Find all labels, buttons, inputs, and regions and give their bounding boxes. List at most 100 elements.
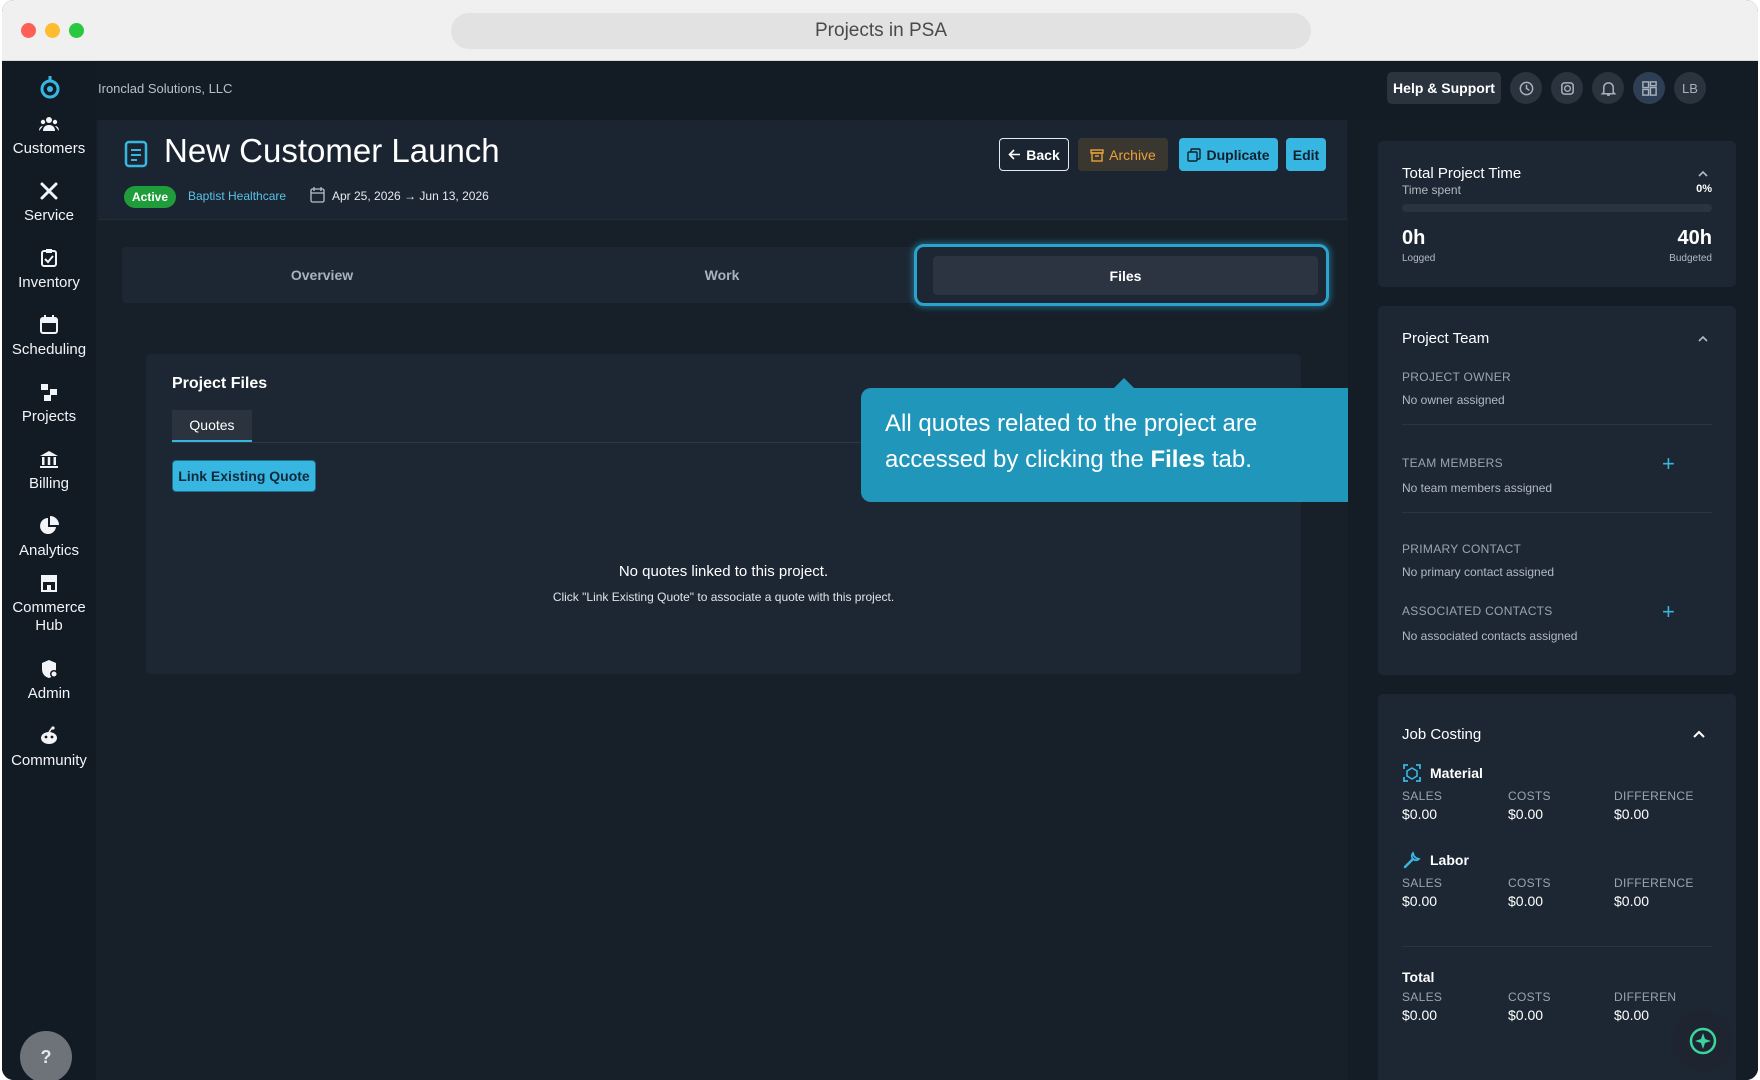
close-window-button[interactable] bbox=[21, 23, 36, 38]
pie-chart-icon bbox=[40, 516, 59, 534]
admin-shield-icon bbox=[42, 660, 58, 678]
right-sidebar: Total Project Time Time spent 0% 0h Logg… bbox=[1348, 120, 1758, 1080]
value: $0.00 bbox=[1614, 1007, 1650, 1023]
address-bar[interactable]: Projects in PSA bbox=[451, 13, 1311, 49]
sidebar-item-scheduling[interactable]: Scheduling bbox=[2, 314, 96, 359]
members-label: TEAM MEMBERS bbox=[1402, 456, 1503, 470]
sidebar-item-label: Projects bbox=[21, 408, 77, 425]
app-logo-icon[interactable] bbox=[37, 75, 63, 101]
primary-contact-value: No primary contact assigned bbox=[1402, 565, 1555, 579]
total-costs: COSTS $0.00 bbox=[1508, 990, 1551, 1023]
dashboard-button[interactable] bbox=[1633, 72, 1665, 104]
history-button[interactable] bbox=[1510, 72, 1542, 104]
ai-sparkle-icon bbox=[1689, 1027, 1717, 1055]
sidebar-item-customers[interactable]: Customers bbox=[2, 113, 96, 158]
tab-quotes[interactable]: Quotes bbox=[172, 410, 252, 442]
ai-assistant-button[interactable] bbox=[1672, 1010, 1734, 1072]
chevron-up-icon[interactable] bbox=[1696, 332, 1710, 346]
logged-value: 0h bbox=[1402, 227, 1426, 249]
notifications-button[interactable] bbox=[1592, 72, 1624, 104]
community-icon bbox=[41, 726, 57, 744]
add-associated-contact-button[interactable]: + bbox=[1662, 601, 1675, 623]
sidebar-item-projects[interactable]: Projects bbox=[2, 381, 96, 426]
add-team-member-button[interactable]: + bbox=[1662, 453, 1675, 475]
material-heading: Material bbox=[1402, 763, 1483, 783]
duplicate-button[interactable]: Duplicate bbox=[1179, 138, 1278, 171]
sidebar-item-label: Inventory bbox=[18, 274, 80, 291]
link-existing-quote-button[interactable]: Link Existing Quote bbox=[172, 460, 316, 492]
sidebar-item-community[interactable]: Community bbox=[2, 725, 96, 770]
value: $0.00 bbox=[1614, 893, 1650, 909]
associated-contacts-label: ASSOCIATED CONTACTS bbox=[1402, 604, 1553, 618]
sidebar-item-label: Scheduling bbox=[11, 341, 87, 358]
tab-files[interactable]: Files bbox=[933, 256, 1318, 295]
material-label: Material bbox=[1430, 765, 1483, 781]
customers-icon bbox=[39, 117, 59, 131]
browser-window: Projects in PSA Customers Service Invent… bbox=[2, 0, 1758, 1080]
sidebar-item-commerce-hub[interactable]: Commerce Hub bbox=[2, 572, 96, 635]
empty-state-hint: Click "Link Existing Quote" to associate… bbox=[552, 590, 895, 604]
sidebar-item-admin[interactable]: Admin bbox=[2, 658, 96, 703]
col-label: SALES bbox=[1402, 990, 1443, 1004]
archive-button[interactable]: Archive bbox=[1078, 138, 1168, 171]
arrow-left-icon bbox=[1008, 149, 1021, 160]
value: $0.00 bbox=[1508, 806, 1544, 822]
project-date-range: Apr 25, 2026 → Jun 13, 2026 bbox=[332, 189, 489, 203]
chevron-up-icon[interactable] bbox=[1696, 167, 1710, 181]
sidebar-item-label: Commerce Hub bbox=[12, 599, 86, 634]
divider bbox=[1402, 512, 1712, 513]
back-button[interactable]: Back bbox=[999, 138, 1069, 171]
copy-icon bbox=[1187, 147, 1202, 162]
sidebar: Customers Service Inventory Scheduling P… bbox=[2, 61, 96, 1080]
total-difference: DIFFEREN $0.00 bbox=[1614, 990, 1676, 1023]
owner-value: No owner assigned bbox=[1402, 393, 1505, 407]
project-team-card: Project Team PROJECT OWNER No owner assi… bbox=[1378, 306, 1736, 675]
chevron-up-icon[interactable] bbox=[1692, 727, 1706, 741]
sidebar-item-service[interactable]: Service bbox=[2, 180, 96, 225]
value: $0.00 bbox=[1402, 893, 1438, 909]
timer-button[interactable] bbox=[1551, 72, 1583, 104]
tab-work[interactable]: Work bbox=[522, 247, 922, 303]
sidebar-item-label: Customers bbox=[12, 140, 86, 157]
company-name: Ironclad Solutions, LLC bbox=[98, 81, 233, 96]
budget-label: Budgeted bbox=[1669, 253, 1712, 264]
budget-value: 40h bbox=[1677, 227, 1712, 249]
members-value: No team members assigned bbox=[1402, 481, 1553, 495]
sidebar-item-label: Community bbox=[11, 752, 87, 769]
labor-label: Labor bbox=[1430, 852, 1469, 868]
owner-label: PROJECT OWNER bbox=[1402, 370, 1512, 384]
bank-icon bbox=[40, 451, 58, 468]
sidebar-item-label: Billing bbox=[28, 475, 70, 492]
edit-button[interactable]: Edit bbox=[1286, 138, 1326, 171]
start-date: Apr 25, 2026 bbox=[332, 189, 401, 203]
sidebar-item-analytics[interactable]: Analytics bbox=[2, 515, 96, 560]
page-title: New Customer Launch bbox=[164, 132, 500, 169]
material-icon bbox=[1403, 764, 1421, 782]
sidebar-item-inventory[interactable]: Inventory bbox=[2, 247, 96, 292]
sidebar-item-billing[interactable]: Billing bbox=[2, 448, 96, 493]
projects-icon bbox=[41, 384, 57, 401]
total-sales: SALES $0.00 bbox=[1402, 990, 1442, 1023]
app-root: Customers Service Inventory Scheduling P… bbox=[2, 61, 1758, 1080]
sidebar-item-label: Service bbox=[23, 207, 75, 224]
dashboard-icon bbox=[1641, 80, 1657, 96]
minimize-window-button[interactable] bbox=[45, 23, 60, 38]
tab-overview[interactable]: Overview bbox=[122, 247, 522, 303]
col-label: SALES bbox=[1402, 789, 1443, 803]
project-document-icon bbox=[124, 140, 148, 168]
status-badge: Active bbox=[124, 186, 177, 208]
user-avatar[interactable]: LB bbox=[1674, 72, 1706, 104]
main-content: New Customer Launch Active Baptist Healt… bbox=[96, 120, 1348, 1080]
customer-link[interactable]: Baptist Healthcare bbox=[188, 189, 286, 203]
help-support-button[interactable]: Help & Support bbox=[1387, 72, 1501, 104]
material-costs: COSTS $0.00 bbox=[1508, 789, 1551, 822]
divider bbox=[1402, 946, 1712, 947]
primary-contact-label: PRIMARY CONTACT bbox=[1402, 542, 1522, 556]
sidebar-item-label: Analytics bbox=[18, 542, 80, 559]
help-button[interactable]: ? bbox=[20, 1031, 72, 1080]
zoom-window-button[interactable] bbox=[69, 23, 84, 38]
date-arrow: → bbox=[404, 189, 417, 203]
card-title: Total Project Time bbox=[1402, 165, 1522, 182]
empty-state-title: No quotes linked to this project. bbox=[618, 563, 829, 580]
history-icon bbox=[1519, 81, 1533, 95]
